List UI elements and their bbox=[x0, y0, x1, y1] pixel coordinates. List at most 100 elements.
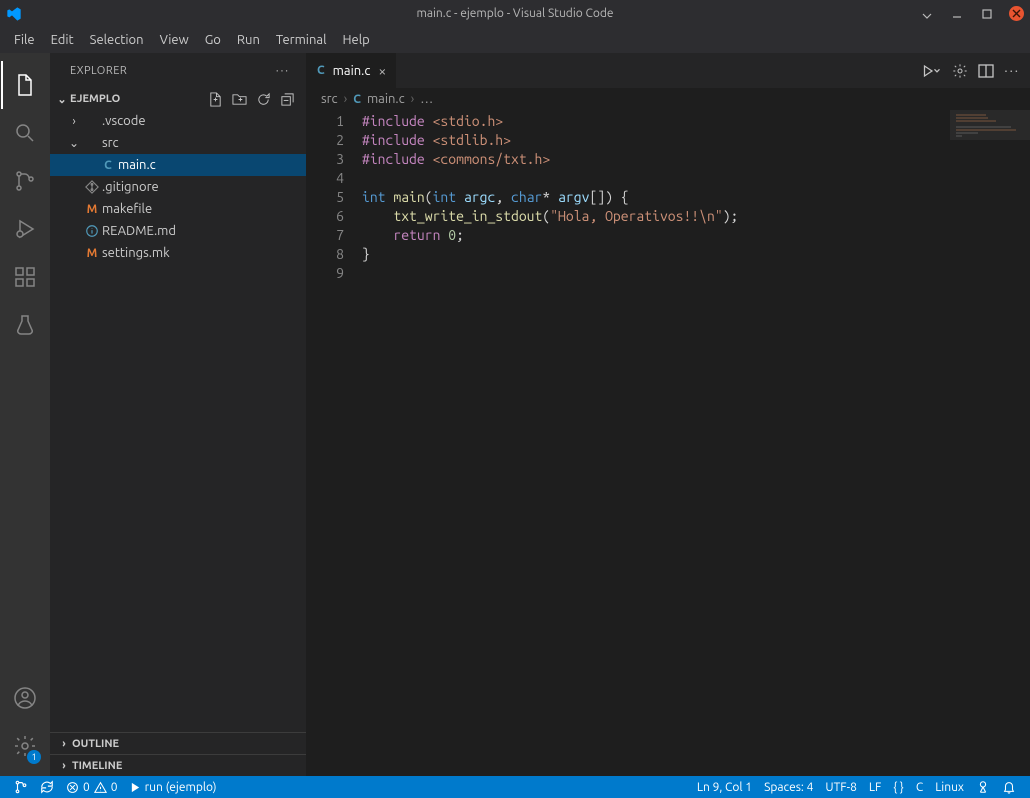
breadcrumb-file[interactable]: main.c bbox=[367, 92, 405, 106]
sb-errors-count: 0 bbox=[83, 781, 90, 794]
sb-cursor-text: Ln 9, Col 1 bbox=[697, 781, 752, 794]
tree-item-label: src bbox=[102, 136, 119, 150]
chevron-down-icon: ⌄ bbox=[66, 136, 82, 150]
sb-eol[interactable]: LF bbox=[863, 776, 887, 798]
sb-eol-text: LF bbox=[869, 781, 881, 794]
tree-item-label: .vscode bbox=[102, 114, 146, 128]
sb-lang[interactable]: C bbox=[910, 776, 929, 798]
new-folder-icon[interactable] bbox=[230, 90, 248, 108]
window-close-icon[interactable] bbox=[1009, 6, 1024, 21]
tree-item-label: README.md bbox=[102, 224, 176, 238]
sb-bell-icon[interactable] bbox=[996, 776, 1022, 798]
titlebar: main.c - ejemplo - Visual Studio Code bbox=[0, 0, 1030, 27]
tab-close-icon[interactable]: × bbox=[378, 63, 386, 79]
breadcrumbs[interactable]: src › C main.c › … bbox=[307, 88, 1030, 110]
sb-run-task[interactable]: run (ejemplo) bbox=[124, 776, 223, 798]
menu-terminal[interactable]: Terminal bbox=[268, 29, 335, 51]
sb-sync[interactable] bbox=[34, 776, 60, 798]
window-title: main.c - ejemplo - Visual Studio Code bbox=[416, 7, 613, 20]
menu-go[interactable]: Go bbox=[197, 29, 229, 51]
sidebar-title: EXPLORER bbox=[70, 65, 127, 77]
window-always-on-bottom-icon[interactable] bbox=[919, 6, 935, 22]
refresh-icon[interactable] bbox=[254, 90, 272, 108]
tree-folder[interactable]: › .vscode bbox=[50, 110, 306, 132]
activity-bar: 1 bbox=[0, 53, 50, 776]
c-file-icon: C bbox=[317, 64, 325, 77]
activity-extensions-icon[interactable] bbox=[1, 253, 49, 301]
minimap[interactable] bbox=[950, 110, 1030, 776]
new-file-icon[interactable] bbox=[206, 90, 224, 108]
activity-settings-icon[interactable]: 1 bbox=[1, 722, 49, 770]
sb-cursor[interactable]: Ln 9, Col 1 bbox=[691, 776, 758, 798]
outline-title: OUTLINE bbox=[72, 738, 119, 750]
collapse-all-icon[interactable] bbox=[278, 90, 296, 108]
project-header[interactable]: ⌄ EJEMPLO bbox=[50, 88, 306, 110]
menubar: File Edit Selection View Go Run Terminal… bbox=[0, 27, 1030, 53]
split-editor-icon[interactable] bbox=[978, 63, 994, 79]
window-minimize-icon[interactable] bbox=[949, 6, 965, 22]
tree-item-label: main.c bbox=[118, 158, 156, 172]
menu-help[interactable]: Help bbox=[334, 29, 377, 51]
editor-more-icon[interactable]: ··· bbox=[1004, 64, 1020, 78]
activity-debug-icon[interactable] bbox=[1, 205, 49, 253]
tree-item-label: .gitignore bbox=[102, 180, 159, 194]
c-file-icon: C bbox=[353, 93, 361, 106]
sb-braces: { } bbox=[893, 781, 904, 794]
sidebar-panel-timeline[interactable]: › TIMELINE bbox=[50, 754, 306, 776]
sb-os[interactable]: Linux bbox=[929, 776, 970, 798]
sb-lang-text: C bbox=[916, 781, 923, 794]
sidebar-panel-outline[interactable]: › OUTLINE bbox=[50, 732, 306, 754]
git-icon bbox=[85, 180, 99, 194]
c-file-icon: C bbox=[104, 159, 112, 172]
tab-main-c[interactable]: C main.c × bbox=[307, 53, 397, 88]
sb-run-label: run (ejemplo) bbox=[145, 781, 217, 794]
makefile-icon: M bbox=[87, 203, 98, 216]
tree-file[interactable]: Mmakefile bbox=[50, 198, 306, 220]
project-name: EJEMPLO bbox=[70, 93, 120, 105]
activity-search-icon[interactable] bbox=[1, 109, 49, 157]
tree-folder[interactable]: ⌄ src bbox=[50, 132, 306, 154]
tree-file[interactable]: .gitignore bbox=[50, 176, 306, 198]
sidebar-more-icon[interactable]: ··· bbox=[276, 65, 290, 77]
tab-label: main.c bbox=[333, 64, 371, 78]
sb-spaces[interactable]: Spaces: 4 bbox=[758, 776, 819, 798]
breadcrumb-src[interactable]: src bbox=[321, 92, 338, 106]
file-tree: › .vscode ⌄ src Cmain.c .gitignore Mmakefile RE… bbox=[50, 110, 306, 732]
breadcrumb-more[interactable]: … bbox=[420, 92, 433, 106]
editor-body[interactable]: 123456789 #include <stdio.h>#include <st… bbox=[307, 110, 1030, 776]
statusbar: 0 0 run (ejemplo) Ln 9, Col 1 Spaces: 4 … bbox=[0, 776, 1030, 798]
menu-run[interactable]: Run bbox=[229, 29, 268, 51]
activity-explorer-icon[interactable] bbox=[1, 61, 49, 109]
editor-settings-icon[interactable] bbox=[952, 63, 968, 79]
tree-item-label: makefile bbox=[102, 202, 152, 216]
sb-branch[interactable] bbox=[8, 776, 34, 798]
tree-file[interactable]: Msettings.mk bbox=[50, 242, 306, 264]
sb-encoding[interactable]: UTF-8 bbox=[819, 776, 862, 798]
tree-file[interactable]: Cmain.c bbox=[50, 154, 306, 176]
menu-selection[interactable]: Selection bbox=[82, 29, 152, 51]
vscode-logo-icon bbox=[6, 6, 22, 22]
activity-source-control-icon[interactable] bbox=[1, 157, 49, 205]
tree-file[interactable]: README.md bbox=[50, 220, 306, 242]
menu-view[interactable]: View bbox=[152, 29, 197, 51]
chevron-right-icon: › bbox=[66, 115, 82, 128]
menu-file[interactable]: File bbox=[6, 29, 43, 51]
run-dropdown-icon[interactable] bbox=[922, 63, 942, 79]
activity-testing-icon[interactable] bbox=[1, 301, 49, 349]
sb-os-text: Linux bbox=[935, 781, 964, 794]
sb-lang-braces[interactable]: { } bbox=[887, 776, 910, 798]
sb-feedback-icon[interactable] bbox=[970, 776, 996, 798]
code-area[interactable]: #include <stdio.h>#include <stdlib.h>#in… bbox=[362, 110, 950, 776]
sb-problems[interactable]: 0 0 bbox=[60, 776, 124, 798]
chevron-down-icon: ⌄ bbox=[54, 93, 70, 106]
sb-encoding-text: UTF-8 bbox=[825, 781, 856, 794]
chevron-right-icon: › bbox=[56, 738, 72, 750]
makefile-icon: M bbox=[87, 247, 98, 260]
window-maximize-icon[interactable] bbox=[979, 6, 995, 22]
tabs-row: C main.c × ··· bbox=[307, 53, 1030, 88]
sidebar-explorer: EXPLORER ··· ⌄ EJEMPLO › .vscode ⌄ src Cmain… bbox=[50, 53, 307, 776]
activity-accounts-icon[interactable] bbox=[1, 674, 49, 722]
editor-group: C main.c × ··· src › C main.c › … 123456… bbox=[307, 53, 1030, 776]
menu-edit[interactable]: Edit bbox=[43, 29, 82, 51]
tree-item-label: settings.mk bbox=[102, 246, 170, 260]
